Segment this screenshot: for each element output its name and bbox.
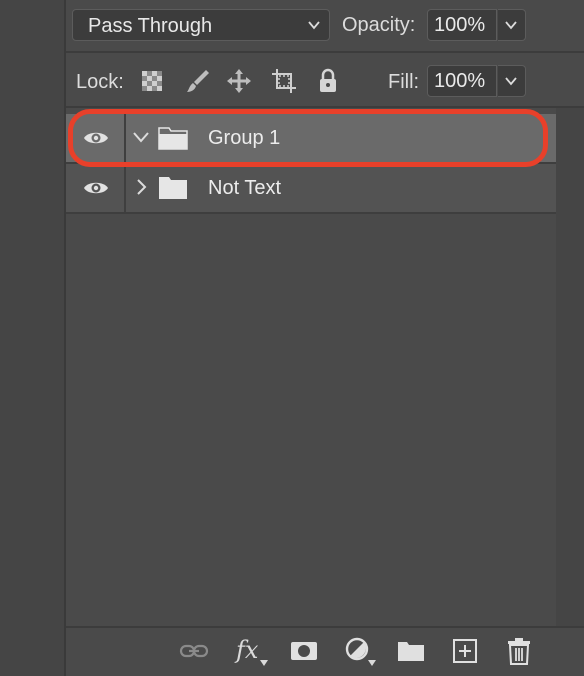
layer-row-not-text[interactable]: Not Text [66,164,556,212]
divider [66,212,556,214]
lock-all-icon[interactable] [314,67,342,95]
fx-button[interactable]: fx [236,634,270,668]
fill-field[interactable]: 100% [427,65,497,97]
layer-row-group-1[interactable]: Group 1 [66,114,556,162]
triangle-down-icon [368,660,376,666]
fill-dropdown-button[interactable] [498,65,526,97]
chevron-right-icon[interactable] [132,178,150,196]
new-layer-icon[interactable] [450,636,480,666]
blend-mode-value: Pass Through [88,15,213,37]
visibility-toggle[interactable] [66,164,126,212]
scrollbar-track[interactable] [556,108,584,626]
divider [66,106,584,108]
lock-artboard-icon[interactable] [270,67,298,95]
opacity-dropdown-button[interactable] [498,9,526,41]
fx-icon: fx [236,636,259,664]
new-group-icon[interactable] [396,636,426,666]
left-gutter [0,0,66,676]
lock-image-pixels-icon[interactable] [184,67,212,95]
chevron-down-icon [505,77,517,86]
triangle-down-icon [260,660,268,666]
folder-open-icon [158,127,188,150]
lock-transparent-pixels-icon[interactable] [138,67,166,95]
blend-opacity-bar: Pass Through Opacity: 100% [66,0,584,52]
eye-icon[interactable] [82,178,110,198]
divider [66,51,584,53]
opacity-field[interactable]: 100% [427,9,497,41]
visibility-toggle[interactable] [66,114,126,162]
layer-mask-icon[interactable] [289,636,319,666]
layer-name: Group 1 [208,127,281,149]
trash-icon[interactable] [504,636,534,666]
opacity-label: Opacity: [342,14,416,36]
eye-icon[interactable] [82,128,110,148]
chevron-down-icon [505,21,517,30]
folder-icon [159,177,187,199]
blend-mode-select[interactable]: Pass Through [72,9,330,41]
lock-label: Lock: [76,71,124,93]
chevron-down-icon [308,21,320,30]
layer-name: Not Text [208,177,281,199]
fill-label: Fill: [388,71,420,93]
link-layers-icon[interactable] [179,636,209,666]
layers-panel-root: Pass Through Opacity: 100% Lock: Fill: 1… [0,0,584,676]
lock-position-icon[interactable] [225,67,253,95]
layers-panel [66,0,584,676]
chevron-down-icon[interactable] [132,128,150,146]
adjustment-layer-button[interactable] [344,636,378,670]
